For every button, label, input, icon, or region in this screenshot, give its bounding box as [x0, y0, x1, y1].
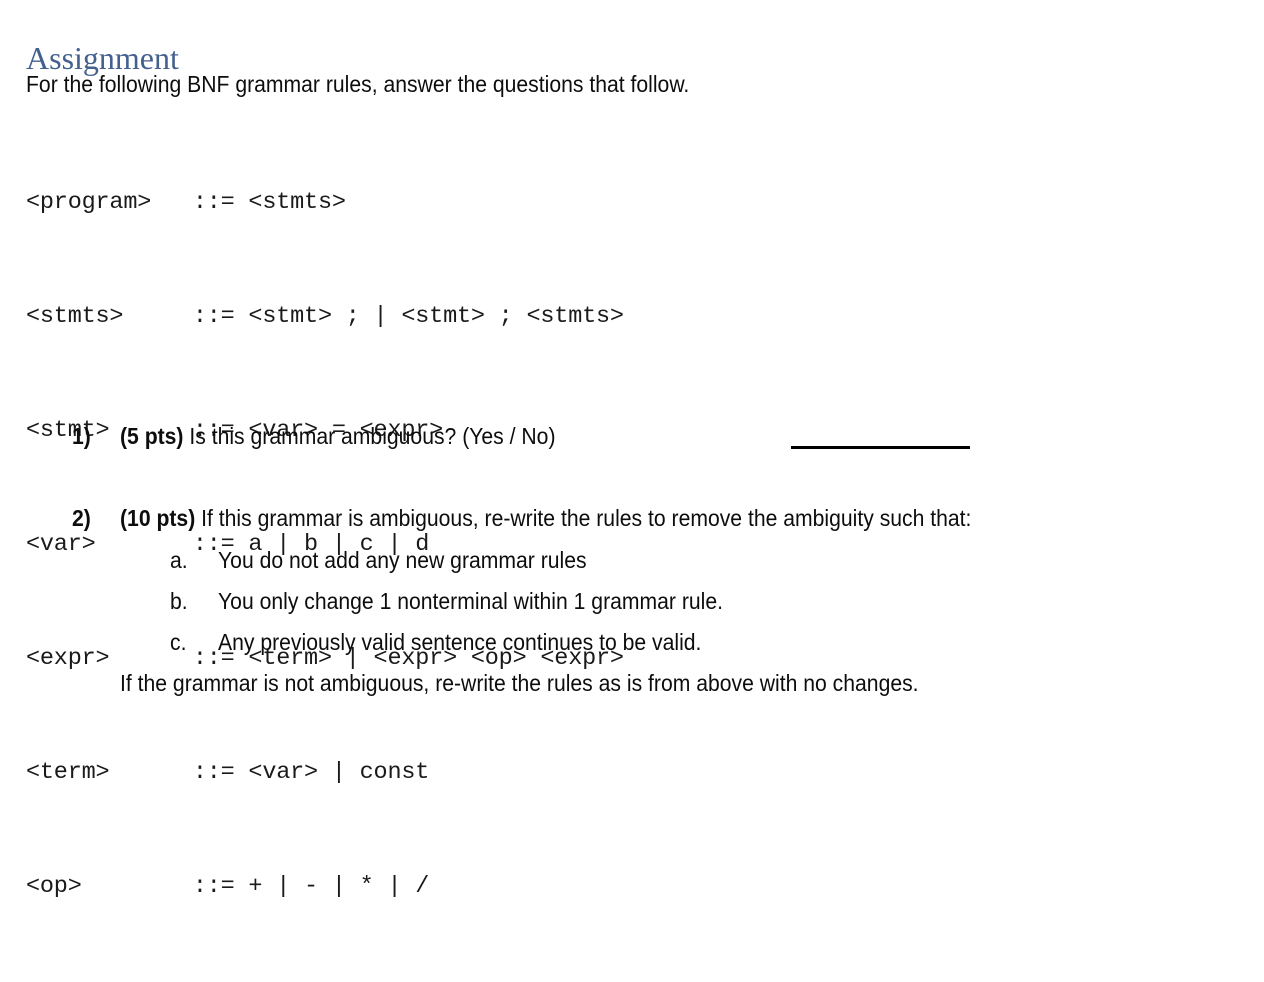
subitem-c-marker: c.	[170, 629, 187, 655]
grammar-rule-op: <op> ::= + | - | * | /	[26, 873, 430, 900]
question-2-points: (10 pts)	[120, 505, 196, 531]
closing-instruction: If the grammar is not ambiguous, re-writ…	[120, 670, 919, 696]
grammar-rule-term: <term> ::= <var> | const	[26, 759, 430, 786]
subitem-a-text: You do not add any new grammar rules	[218, 547, 587, 573]
question-2-marker: 2)	[72, 505, 91, 531]
question-1-points: (5 pts)	[120, 423, 184, 449]
subitem-a-marker: a.	[170, 547, 188, 573]
grammar-rule-stmts: <stmts> ::= <stmt> ; | <stmt> ; <stmts>	[26, 303, 624, 330]
intro-instruction: For the following BNF grammar rules, ans…	[26, 71, 690, 97]
question-2-body: (10 pts) If this grammar is ambiguous, r…	[120, 503, 971, 533]
question-1-marker: 1)	[72, 423, 91, 449]
assignment-page: Assignment For the following BNF grammar…	[0, 0, 1264, 900]
grammar-rule-program: <program> ::= <stmts>	[26, 189, 346, 216]
answer-blank-question-1[interactable]	[791, 446, 970, 449]
question-2-text: If this grammar is ambiguous, re-write t…	[195, 505, 972, 531]
question-1-text: Is this grammar ambiguous? (Yes / No)	[183, 423, 556, 449]
subitem-b-marker: b.	[170, 588, 188, 614]
question-1-body: (5 pts) Is this grammar ambiguous? (Yes …	[120, 421, 556, 451]
subitem-c-text: Any previously valid sentence continues …	[218, 629, 702, 655]
subitem-b-text: You only change 1 nonterminal within 1 g…	[218, 588, 723, 614]
